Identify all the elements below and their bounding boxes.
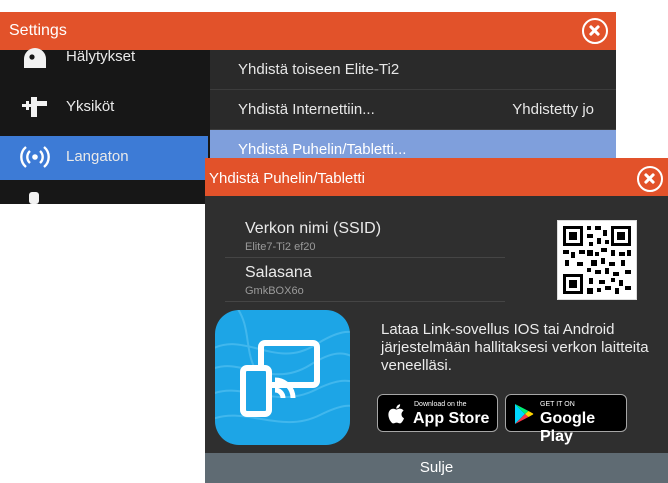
qr-code	[557, 220, 637, 300]
divider	[225, 257, 505, 258]
sidebar-item-hidden[interactable]	[0, 188, 208, 204]
settings-sidebar: Hälytykset Yksiköt Langaton	[0, 48, 210, 204]
link-app-icon	[215, 310, 350, 445]
sidebar-item-label: Yksiköt	[66, 98, 115, 115]
row-label: Yhdistä toiseen Elite-Ti2	[238, 61, 400, 78]
app-description: Lataa Link-sovellus IOS tai Android järj…	[381, 321, 649, 374]
list-item-connect-internet[interactable]: Yhdistä Internettiin... Yhdistetty jo	[210, 90, 616, 130]
row-label: Yhdistä Internettiin...	[238, 101, 375, 118]
sidebar-item-units[interactable]: Yksiköt	[0, 86, 208, 130]
dialog-close-footer-button[interactable]: Sulje	[205, 453, 668, 483]
ssid-label: Verkon nimi (SSID)	[245, 220, 382, 237]
wireless-icon	[20, 146, 50, 168]
app-store-small-text: Download on the	[414, 401, 467, 408]
partial-icon	[29, 192, 39, 204]
dialog-close-button[interactable]	[637, 166, 663, 192]
qr-code-icon	[563, 226, 631, 294]
list-item-connect-elite[interactable]: Yhdistä toiseen Elite-Ti2	[210, 50, 616, 90]
apple-icon	[388, 404, 404, 424]
divider	[225, 301, 505, 302]
row-label: Yhdistä Puhelin/Tabletti...	[238, 141, 407, 158]
close-button-label: Sulje	[419, 459, 454, 476]
sidebar-item-alarms[interactable]: Hälytykset	[0, 42, 208, 86]
settings-close-button[interactable]	[582, 18, 608, 44]
sidebar-item-label: Hälytykset	[66, 48, 136, 65]
app-store-button[interactable]: Download on the App Store	[377, 394, 498, 432]
password-label: Salasana	[245, 264, 312, 281]
google-play-big-text: Google Play	[540, 410, 596, 445]
password-value: GmkBOX6o	[245, 285, 304, 297]
sidebar-item-label: Langaton	[66, 148, 129, 165]
ssid-value: Elite7-Ti2 ef20	[245, 241, 316, 253]
dialog-titlebar: Yhdistä Puhelin/Tabletti	[205, 158, 668, 196]
sidebar-item-wireless[interactable]: Langaton	[0, 136, 208, 180]
units-icon	[22, 97, 47, 117]
app-store-big-text: App Store	[413, 410, 490, 427]
settings-title: Settings	[9, 22, 67, 39]
cast-icon	[215, 310, 350, 424]
google-play-small-text: GET IT ON	[540, 401, 575, 408]
google-play-button[interactable]: GET IT ON Google Play	[505, 394, 627, 445]
row-value: Yhdistetty jo	[512, 101, 594, 118]
dialog-title: Yhdistä Puhelin/Tabletti	[209, 170, 365, 187]
google-play-icon	[515, 404, 534, 424]
siren-icon	[24, 48, 46, 68]
connect-phone-dialog: Yhdistä Puhelin/Tabletti Verkon nimi (SS…	[205, 158, 668, 483]
